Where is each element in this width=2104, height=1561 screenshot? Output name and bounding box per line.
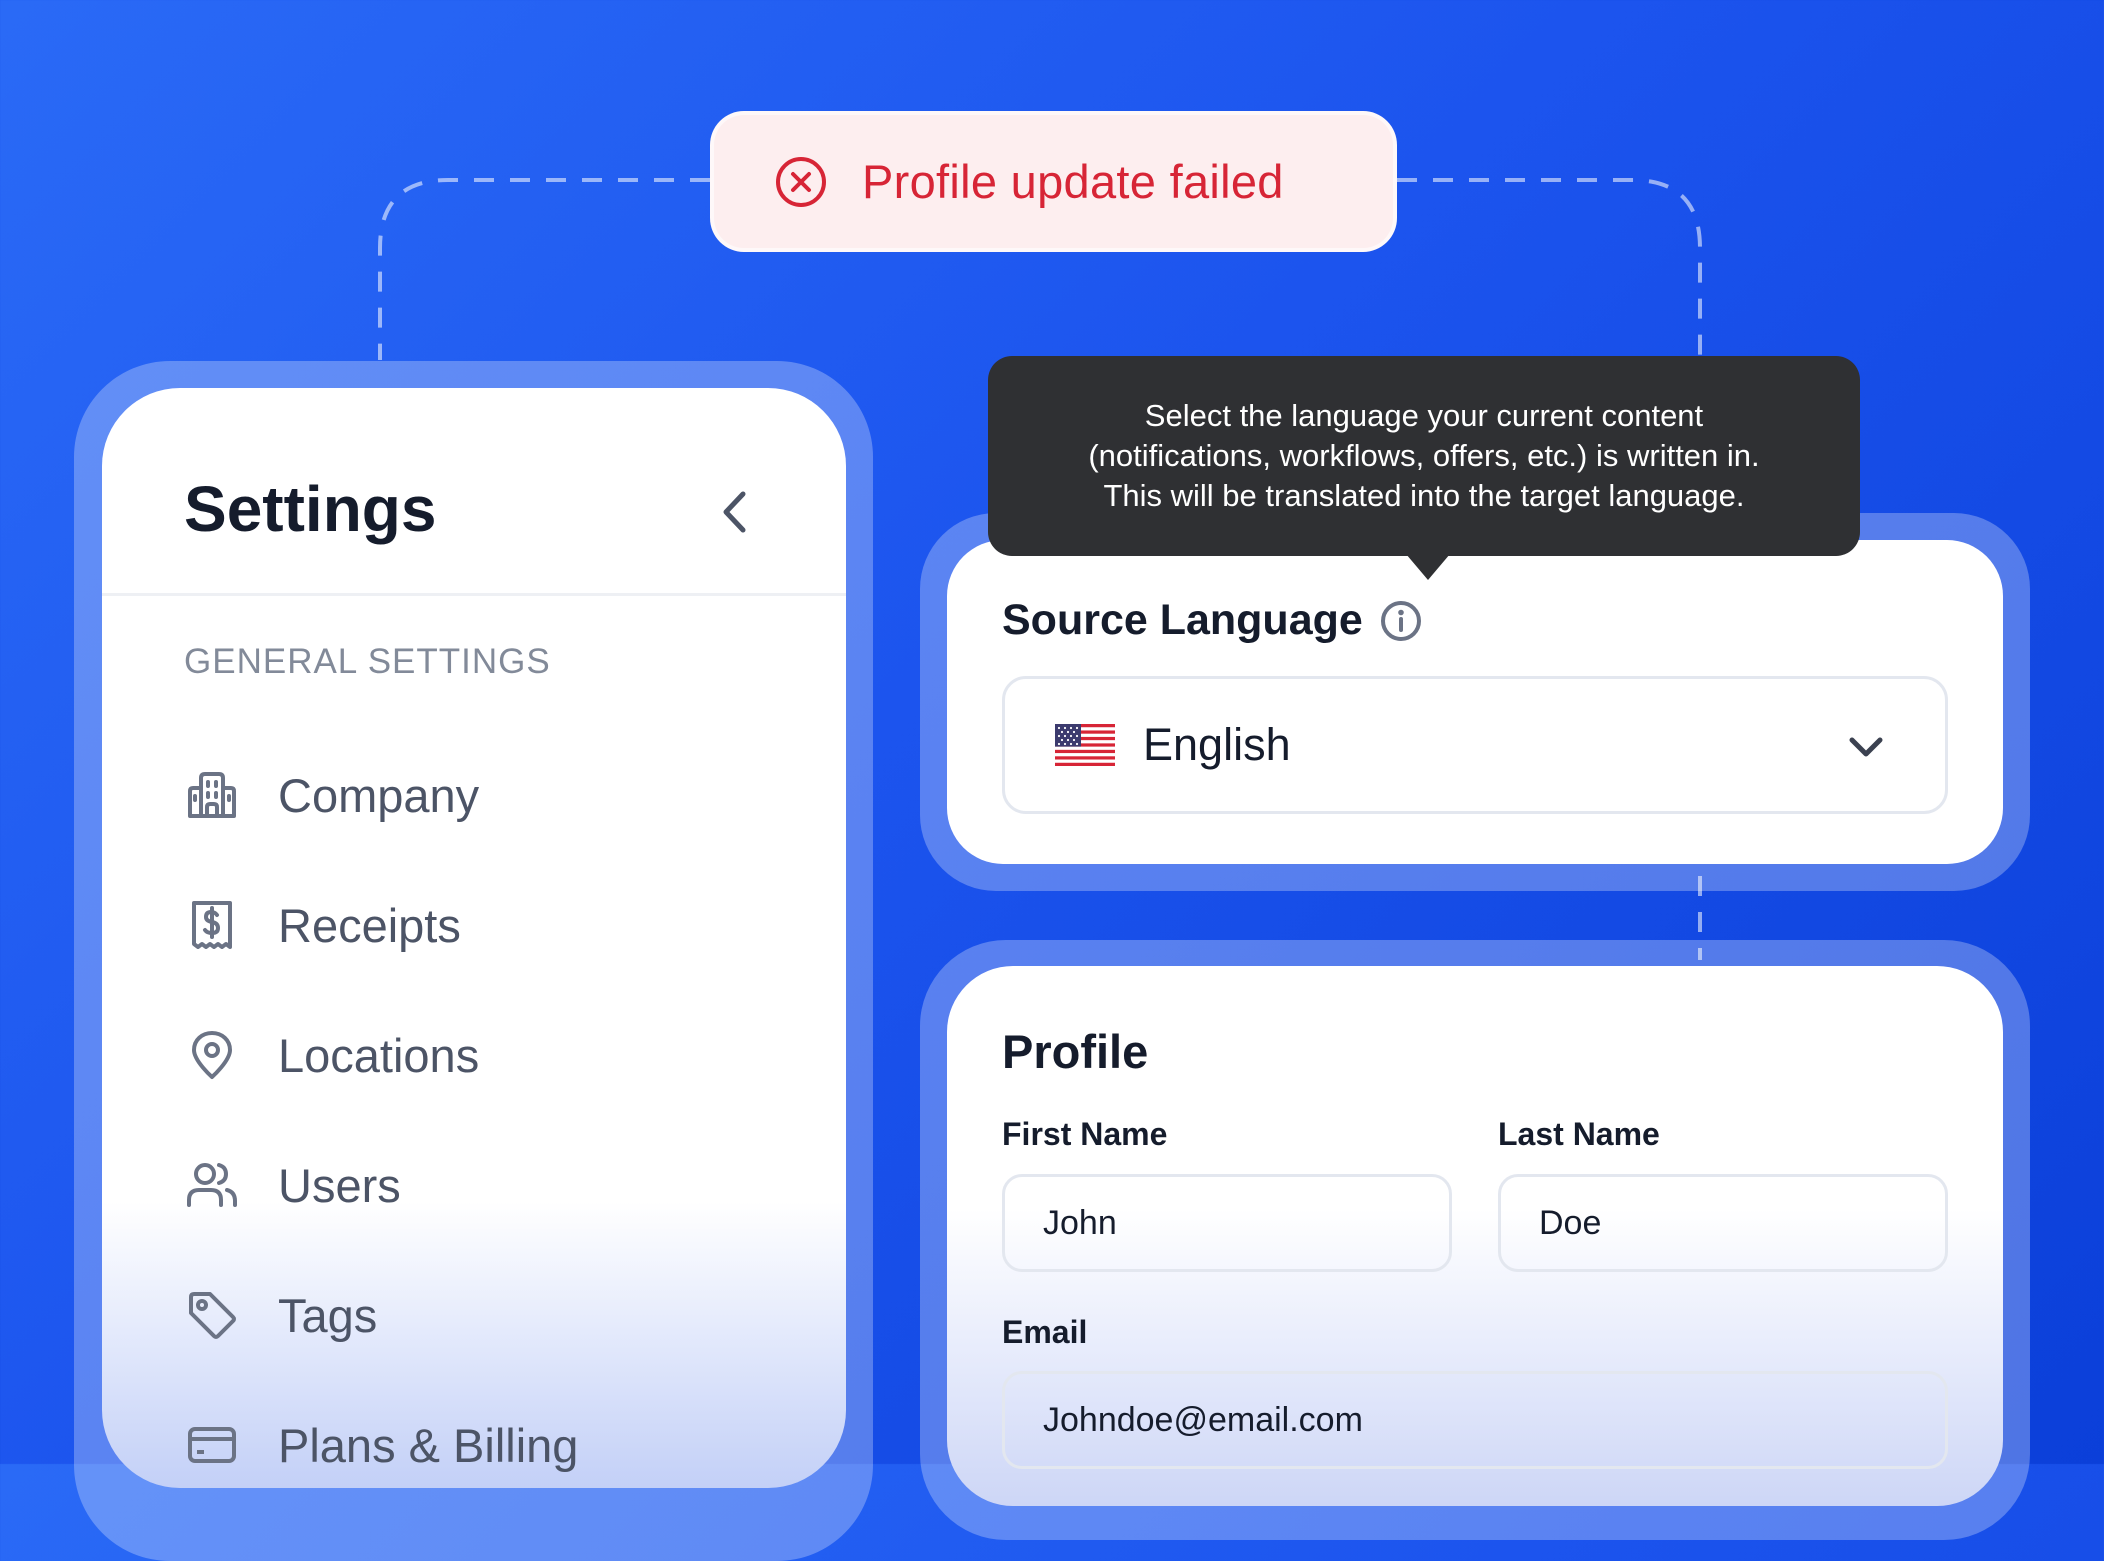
source-language-tooltip: Select the language your current content… — [988, 356, 1860, 556]
first-name-input[interactable] — [1002, 1174, 1452, 1272]
x-circle-icon — [774, 155, 828, 209]
source-language-label: Source Language — [1002, 596, 1423, 645]
sidebar-item-plans-billing[interactable]: Plans & Billing — [184, 1380, 578, 1488]
sidebar-item-label: Plans & Billing — [278, 1418, 579, 1472]
email-input[interactable] — [1002, 1371, 1948, 1469]
source-language-card: Source Language English — [947, 540, 2003, 864]
sidebar-item-label: Tags — [278, 1288, 378, 1342]
last-name-label: Last Name — [1498, 1116, 1660, 1152]
map-pin-icon — [184, 1027, 240, 1083]
sidebar-item-label: Receipts — [278, 898, 461, 952]
tooltip-line: Select the language your current content — [1144, 398, 1704, 433]
tag-icon — [184, 1287, 240, 1343]
sidebar-title: Settings — [184, 473, 437, 545]
profile-title: Profile — [1002, 1025, 1149, 1078]
sidebar-item-label: Company — [278, 768, 480, 822]
tooltip-line: (notifications, workflows, offers, etc.)… — [1088, 438, 1760, 473]
selected-language: English — [1143, 719, 1291, 770]
profile-card: Profile First Name Last Name Email — [947, 966, 2003, 1506]
chevron-left-icon — [723, 491, 746, 533]
tooltip-line: This will be translated into the target … — [1103, 478, 1745, 513]
sidebar-item-label: Users — [278, 1158, 401, 1212]
building-icon — [184, 767, 240, 823]
section-label-general-settings: GENERAL SETTINGS — [184, 642, 551, 681]
sidebar-item-receipts[interactable]: Receipts — [184, 860, 578, 990]
sidebar-header: Settings — [102, 388, 846, 596]
tooltip-arrow — [1406, 554, 1450, 580]
info-icon[interactable] — [1379, 599, 1423, 643]
sidebar-item-company[interactable]: Company — [184, 730, 578, 860]
source-language-label-text: Source Language — [1002, 596, 1363, 644]
chevron-down-icon — [1847, 727, 1885, 767]
sidebar-item-tags[interactable]: Tags — [184, 1250, 578, 1380]
sidebar-item-label: Locations — [278, 1028, 480, 1082]
last-name-input[interactable] — [1498, 1174, 1948, 1272]
first-name-label: First Name — [1002, 1116, 1168, 1152]
credit-card-icon — [184, 1417, 240, 1473]
error-toast: Profile update failed — [710, 111, 1397, 252]
source-language-select[interactable]: English — [1002, 676, 1948, 814]
receipt-icon — [184, 897, 240, 953]
users-icon — [184, 1157, 240, 1213]
sidebar-item-users[interactable]: Users — [184, 1120, 578, 1250]
us-flag-icon — [1055, 724, 1115, 766]
toast-message: Profile update failed — [862, 155, 1284, 208]
email-label: Email — [1002, 1314, 1088, 1350]
sidebar-nav: Company Receipts Locations Users Tags Pl… — [184, 730, 578, 1488]
sidebar-item-locations[interactable]: Locations — [184, 990, 578, 1120]
collapse-sidebar-button[interactable] — [712, 484, 756, 540]
settings-sidebar: Settings GENERAL SETTINGS Company Receip… — [102, 388, 846, 1488]
